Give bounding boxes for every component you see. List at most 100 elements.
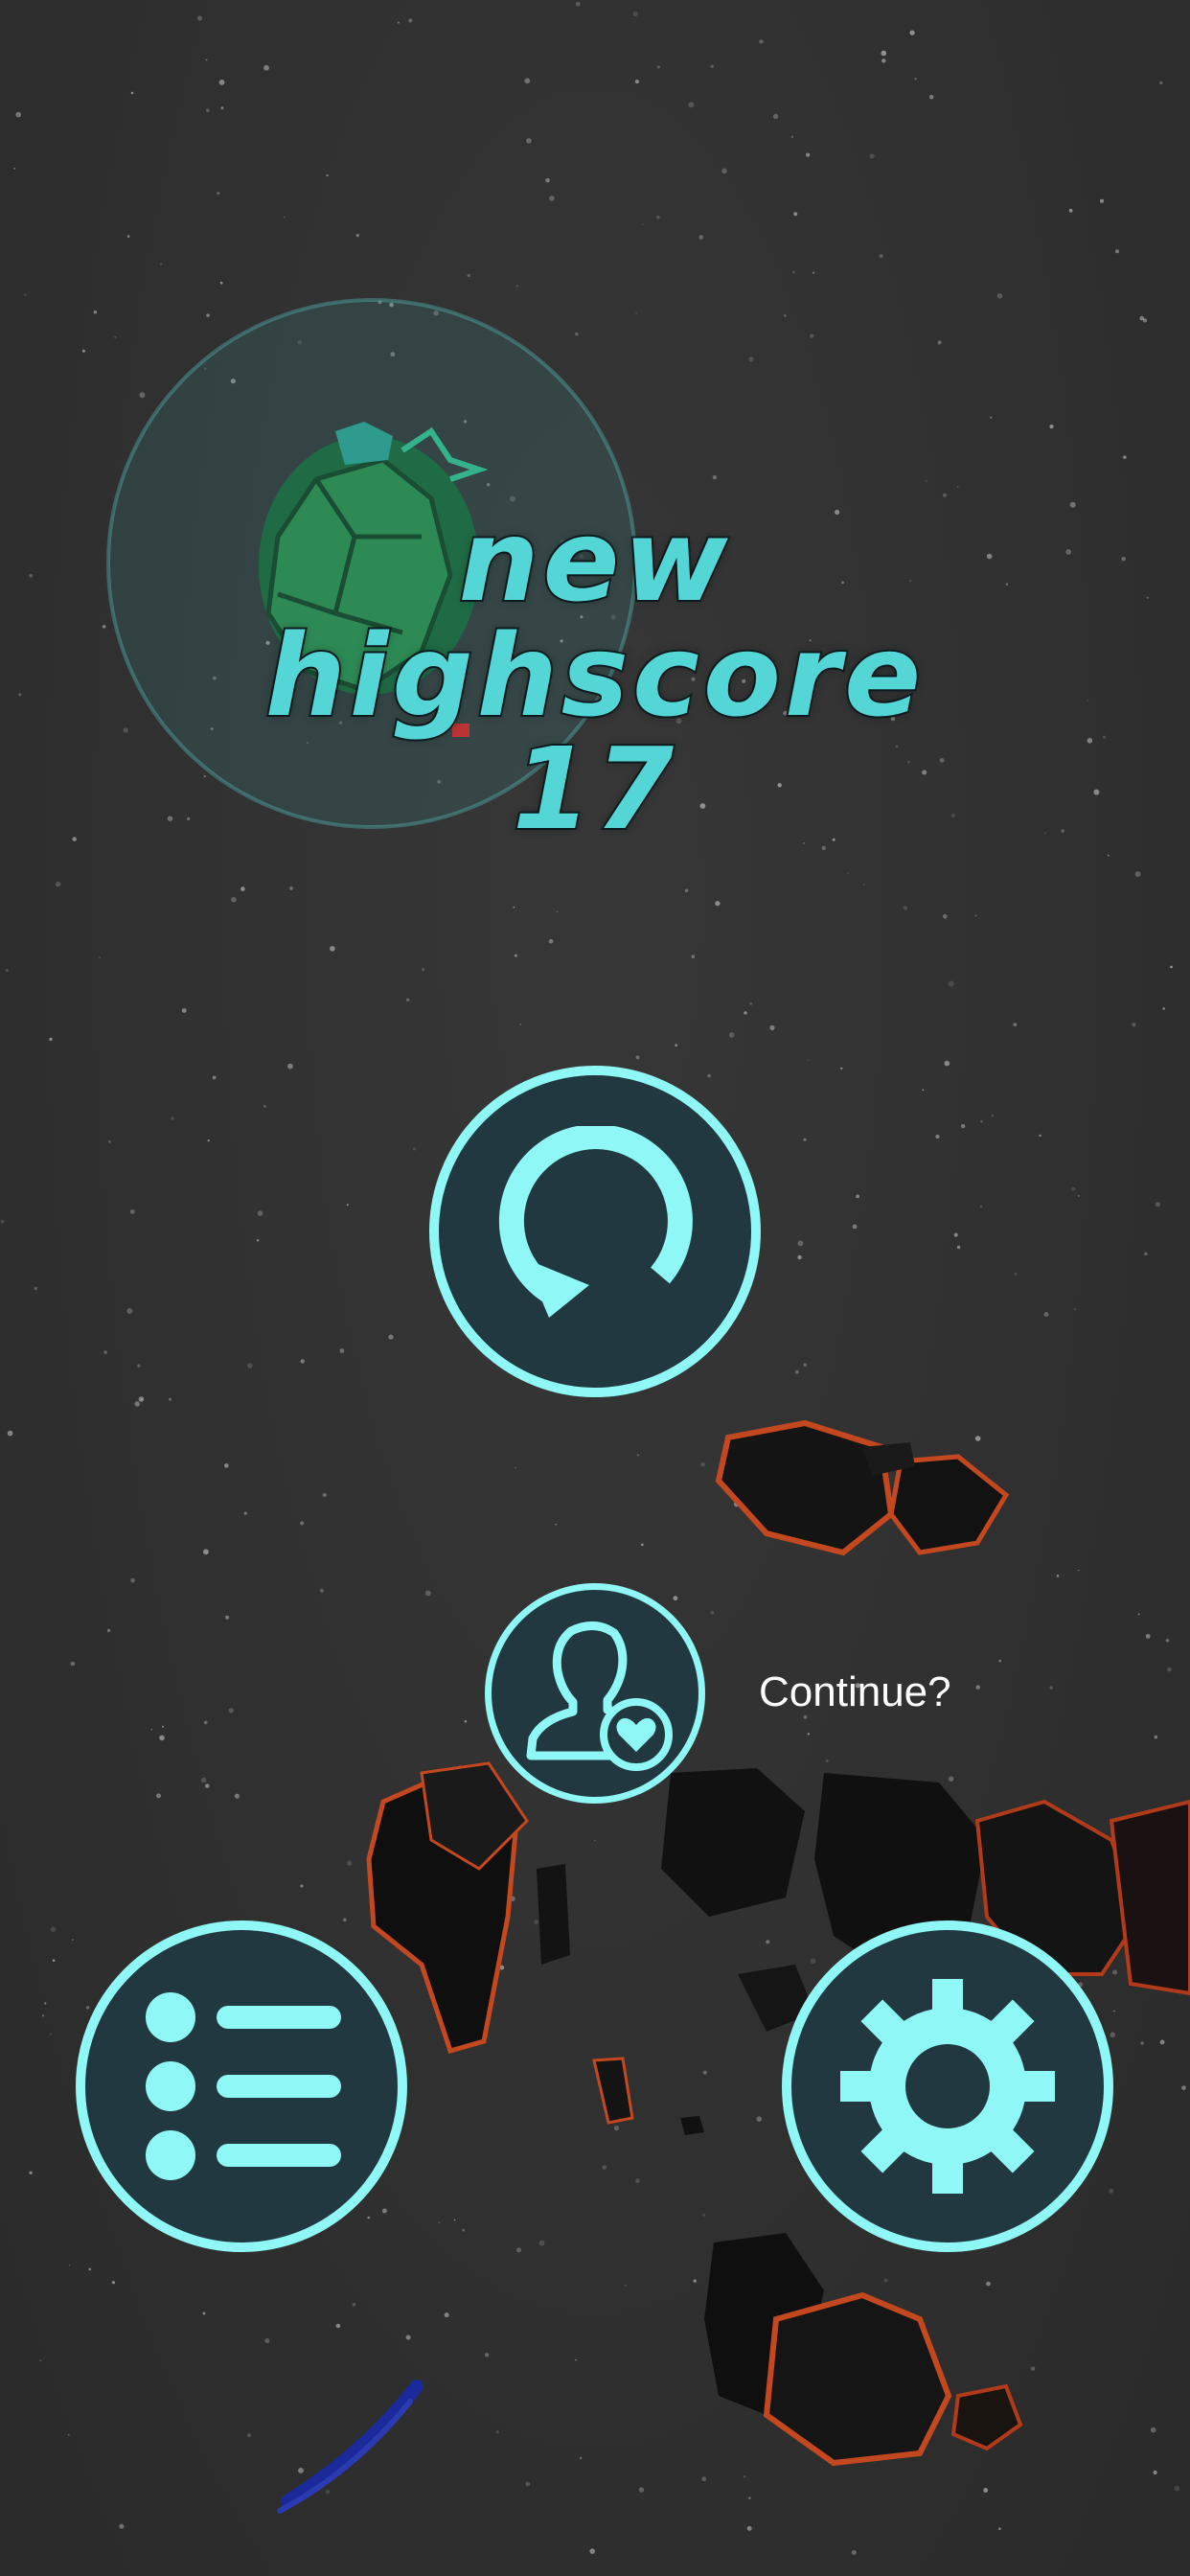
star	[956, 1245, 961, 1250]
star	[52, 1959, 56, 1962]
star	[1170, 965, 1173, 969]
star	[71, 1938, 74, 1942]
star	[635, 2178, 640, 2183]
star	[231, 897, 237, 903]
star	[514, 954, 517, 957]
star	[264, 2337, 270, 2344]
star	[556, 910, 559, 913]
star	[956, 486, 959, 489]
star	[525, 2481, 531, 2487]
star	[675, 1044, 678, 1046]
star	[797, 1240, 804, 1247]
star	[980, 1205, 982, 1208]
star	[1071, 1186, 1076, 1191]
star	[119, 2523, 125, 2529]
star	[1109, 2188, 1114, 2194]
star	[534, 1920, 538, 1924]
star	[1049, 1686, 1053, 1690]
star	[140, 1398, 143, 1401]
gear-icon	[840, 1979, 1055, 2194]
star	[840, 1067, 843, 1070]
star	[524, 78, 531, 84]
star	[67, 2433, 70, 2436]
star	[130, 91, 134, 95]
star	[381, 2208, 387, 2214]
star	[641, 223, 644, 226]
star	[1162, 1007, 1166, 1010]
star	[943, 914, 948, 919]
star	[684, 888, 689, 892]
star	[108, 1139, 111, 1143]
star	[1134, 871, 1141, 877]
star	[134, 1401, 140, 1407]
star	[759, 39, 764, 44]
star	[1155, 1202, 1160, 1208]
star	[515, 285, 518, 288]
star	[49, 2033, 52, 2036]
star	[847, 872, 849, 874]
star	[406, 998, 410, 1001]
star	[162, 1725, 165, 1728]
star	[602, 2165, 607, 2171]
star	[257, 1210, 263, 1216]
star	[879, 254, 883, 259]
star	[513, 906, 515, 908]
star	[637, 1454, 639, 1457]
star	[0, 1219, 5, 1224]
star	[1112, 1969, 1118, 1975]
continue-button[interactable]	[485, 1583, 705, 1804]
star	[55, 881, 61, 887]
star	[300, 1521, 305, 1526]
star	[635, 1055, 640, 1060]
star	[289, 886, 293, 890]
star	[424, 1590, 431, 1597]
star	[388, 1334, 394, 1340]
continue-label[interactable]: Continue?	[759, 1668, 951, 1717]
star	[5, 969, 9, 973]
star	[1145, 1634, 1151, 1639]
star	[795, 1369, 799, 1374]
star	[1159, 80, 1163, 85]
star	[93, 310, 98, 314]
star	[944, 1060, 950, 1067]
star	[807, 1733, 811, 1736]
star	[206, 313, 210, 317]
star	[325, 2489, 331, 2495]
star	[937, 340, 942, 345]
star	[746, 2525, 752, 2531]
star	[1056, 1575, 1060, 1577]
star	[50, 1926, 57, 1933]
star	[99, 956, 101, 959]
star	[526, 138, 532, 144]
restart-button[interactable]	[429, 1066, 761, 1397]
star	[825, 1759, 829, 1762]
star	[263, 1105, 266, 1108]
star	[548, 938, 554, 944]
star	[408, 18, 413, 23]
star	[515, 1466, 516, 1469]
star	[44, 2002, 47, 2005]
star	[287, 1063, 293, 1070]
menu-button[interactable]	[76, 1920, 407, 2252]
star	[150, 1728, 153, 1731]
star	[634, 80, 639, 84]
star	[1068, 208, 1073, 213]
star	[1115, 249, 1119, 254]
highscore-title-line2: Highscore	[263, 610, 926, 742]
star	[202, 2312, 206, 2315]
star	[1014, 1272, 1018, 1276]
star	[263, 64, 269, 71]
star	[405, 2334, 411, 2340]
star	[1159, 2039, 1165, 2045]
star	[869, 153, 875, 159]
star	[68, 2264, 71, 2266]
star	[422, 968, 424, 971]
star	[205, 58, 208, 61]
star	[346, 1204, 349, 1207]
star	[710, 64, 714, 68]
settings-button[interactable]	[782, 1920, 1113, 2252]
star	[1030, 2366, 1036, 2371]
star	[1043, 1312, 1049, 1317]
star	[806, 152, 811, 157]
star	[247, 1363, 253, 1368]
